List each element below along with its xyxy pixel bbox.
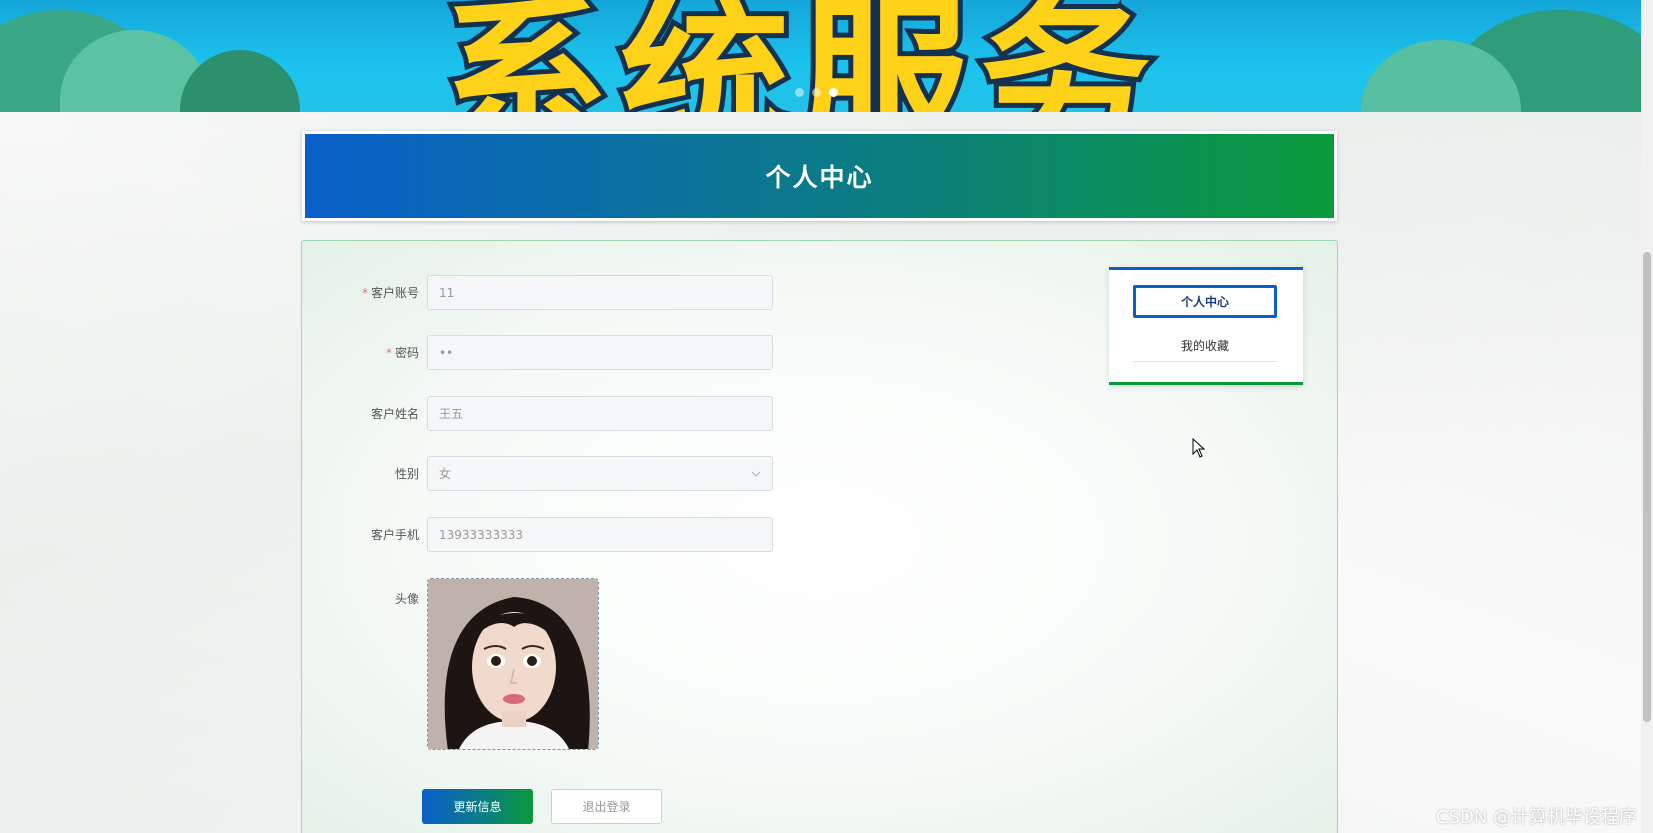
required-mark: * — [385, 346, 392, 360]
carousel-indicators — [795, 88, 838, 97]
account-label: * 客户账号 — [361, 286, 419, 300]
avatar-upload[interactable] — [427, 578, 599, 750]
update-info-button[interactable]: 更新信息 — [422, 789, 533, 824]
form-row-name: 客户姓名 王五 — [302, 396, 773, 431]
phone-input[interactable]: 13933333333 — [427, 517, 773, 552]
name-input[interactable]: 王五 — [427, 396, 773, 431]
gender-label: 性别 — [394, 467, 419, 481]
form-row-phone: 客户手机 13933333333 — [302, 517, 773, 552]
phone-label: 客户手机 — [370, 528, 419, 542]
watermark: CSDN @计算机毕设程序 — [1435, 807, 1637, 828]
logout-button[interactable]: 退出登录 — [551, 789, 662, 824]
page-title: 个人中心 — [765, 163, 874, 192]
password-input[interactable]: •• — [427, 335, 773, 370]
page-scrollbar[interactable] — [1641, 0, 1653, 833]
carousel-dot-active[interactable] — [829, 88, 838, 97]
carousel-dot[interactable] — [812, 88, 821, 97]
form-row-gender: 性别 女 — [302, 456, 773, 491]
account-input[interactable]: 11 — [427, 275, 773, 310]
side-menu-item-favorites[interactable]: 我的收藏 — [1133, 330, 1277, 362]
form-row-avatar: 头像 — [302, 578, 599, 750]
required-mark: * — [361, 286, 368, 300]
side-menu: 个人中心 我的收藏 — [1109, 267, 1303, 385]
side-menu-item-profile[interactable]: 个人中心 — [1133, 285, 1277, 318]
profile-panel: * 客户账号 11 * 密码 •• 客户姓名 王五 性别 女 客户手机 139333… — [301, 240, 1338, 833]
chevron-down-icon — [751, 467, 761, 480]
gender-value: 女 — [439, 467, 452, 481]
name-label: 客户姓名 — [370, 407, 419, 421]
banner-hill — [180, 50, 300, 112]
page-title-bar: 个人中心 — [302, 131, 1337, 221]
form-row-password: * 密码 •• — [302, 335, 773, 370]
mouse-cursor-icon — [1192, 437, 1206, 462]
banner-carousel: 系统服务 — [0, 0, 1641, 112]
avatar-label: 头像 — [394, 592, 419, 606]
password-label: * 密码 — [385, 346, 419, 360]
form-row-account: * 客户账号 11 — [302, 275, 773, 310]
scrollbar-thumb[interactable] — [1643, 252, 1651, 722]
gender-select[interactable]: 女 — [427, 456, 773, 491]
avatar-image — [428, 579, 598, 749]
carousel-dot[interactable] — [795, 88, 804, 97]
